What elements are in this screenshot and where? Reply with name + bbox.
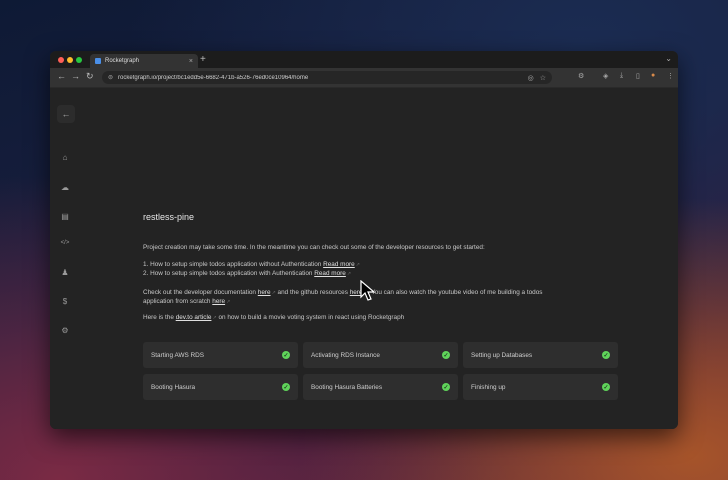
extensions-icon[interactable]: ⚙ <box>578 72 584 80</box>
tab-close-icon[interactable]: × <box>189 58 193 65</box>
resource-text: 1. How to setup simple todos application… <box>143 261 322 268</box>
devto-article-link[interactable]: dev.to article <box>176 314 212 321</box>
external-link-icon: ↗ <box>226 299 231 305</box>
minimize-window-button[interactable] <box>67 57 73 63</box>
project-title: restless-pine <box>143 212 195 222</box>
tab-bar: Rocketgraph × + ⌄ <box>50 51 678 68</box>
site-info-icon[interactable]: ⊜ <box>108 74 113 81</box>
close-window-button[interactable] <box>58 57 64 63</box>
tab-search-icon[interactable]: ⌄ <box>665 54 672 63</box>
sidebar: ← ⌂ ☁ ▤ </> ♟ $ ⚙ <box>50 88 80 429</box>
step-card: Setting up Databases ✓ <box>463 342 618 368</box>
read-more-link[interactable]: Read more <box>323 261 355 268</box>
step-label: Setting up Databases <box>471 351 533 359</box>
browser-window: Rocketgraph × + ⌄ ← → ↻ ⊜ rocketgraph.io… <box>50 51 678 429</box>
docs-text: . You can also watch the youtube video o… <box>367 289 543 296</box>
external-link-icon: ↗ <box>346 271 352 277</box>
extension-icon[interactable]: ◈ <box>603 72 608 80</box>
intro-text: Project creation may take some time. In … <box>143 244 485 251</box>
menu-icon[interactable]: ⋮ <box>667 72 674 80</box>
billing-icon[interactable]: $ <box>59 297 71 306</box>
download-icon[interactable]: ⤓ <box>620 72 623 80</box>
new-tab-button[interactable]: + <box>200 54 206 65</box>
tab-rocketgraph[interactable]: Rocketgraph × <box>90 54 198 68</box>
devto-text: Here is the <box>143 314 174 321</box>
bookmark-star-icon[interactable]: ☆ <box>540 74 546 82</box>
docs-text: application from scratch <box>143 298 211 305</box>
browser-toolbar: ← → ↻ ⊜ rocketgraph.io/project/bc1edd5e-… <box>50 68 678 88</box>
database-icon[interactable]: ▤ <box>59 212 71 221</box>
step-card: Finishing up ✓ <box>463 374 618 400</box>
check-circle-icon: ✓ <box>442 383 450 391</box>
devto-text: on how to build a movie voting system in… <box>218 314 405 321</box>
page-content: ← ⌂ ☁ ▤ </> ♟ $ ⚙ restless-pine Project … <box>50 88 678 429</box>
sidepanel-icon[interactable]: ▯ <box>636 72 640 80</box>
address-bar[interactable]: ⊜ rocketgraph.io/project/bc1edd5e-6682-4… <box>102 71 552 84</box>
devto-line: Here is the dev.to article↗ on how to bu… <box>143 313 404 323</box>
step-label: Booting Hasura <box>151 383 196 391</box>
check-circle-icon: ✓ <box>442 351 450 359</box>
step-label: Activating RDS Instance <box>311 351 380 359</box>
check-circle-icon: ✓ <box>602 383 610 391</box>
check-circle-icon: ✓ <box>602 351 610 359</box>
step-card: Starting AWS RDS ✓ <box>143 342 298 368</box>
step-card: Booting Hasura Batteries ✓ <box>303 374 458 400</box>
step-card: Activating RDS Instance ✓ <box>303 342 458 368</box>
lens-icon[interactable]: ◎ <box>528 74 534 82</box>
url-text: rocketgraph.io/project/bc1edd5e-6682-471… <box>118 74 309 81</box>
rocketgraph-favicon-icon <box>95 58 101 64</box>
resource-text: 2. How to setup simple todos application… <box>143 270 313 277</box>
sidebar-back-button[interactable]: ← <box>57 105 75 123</box>
resource-item: 2. How to setup simple todos application… <box>143 269 351 279</box>
external-link-icon: ↗ <box>355 262 360 268</box>
docs-text: Check out the developer documentation <box>143 289 256 296</box>
forward-button[interactable]: → <box>71 71 80 81</box>
step-label: Booting Hasura Batteries <box>311 383 383 391</box>
reload-button[interactable]: ↻ <box>86 71 94 82</box>
read-more-link[interactable]: Read more <box>314 270 346 277</box>
code-icon[interactable]: </> <box>59 240 71 246</box>
check-circle-icon: ✓ <box>282 383 290 391</box>
external-link-icon: ↗ <box>212 315 217 321</box>
arrow-left-icon: ← <box>61 109 71 119</box>
youtube-here-link[interactable]: here <box>212 298 225 305</box>
docs-line: application from scratch here↗ <box>143 297 230 307</box>
check-circle-icon: ✓ <box>282 351 290 359</box>
step-label: Finishing up <box>471 383 506 391</box>
home-icon[interactable]: ⌂ <box>59 153 71 162</box>
step-label: Starting AWS RDS <box>151 351 205 359</box>
external-link-icon: ↗ <box>271 290 276 296</box>
back-button[interactable]: ← <box>57 71 66 81</box>
docs-text: and the github resources <box>277 289 348 296</box>
docs-here-link[interactable]: here <box>258 289 271 296</box>
step-card: Booting Hasura ✓ <box>143 374 298 400</box>
profile-icon[interactable]: ● <box>651 72 655 79</box>
user-icon[interactable]: ♟ <box>59 268 71 277</box>
cloud-icon[interactable]: ☁ <box>59 183 71 192</box>
settings-icon[interactable]: ⚙ <box>59 326 71 335</box>
tab-title: Rocketgraph <box>105 58 140 64</box>
maximize-window-button[interactable] <box>76 57 82 63</box>
mouse-cursor-icon <box>360 280 376 301</box>
